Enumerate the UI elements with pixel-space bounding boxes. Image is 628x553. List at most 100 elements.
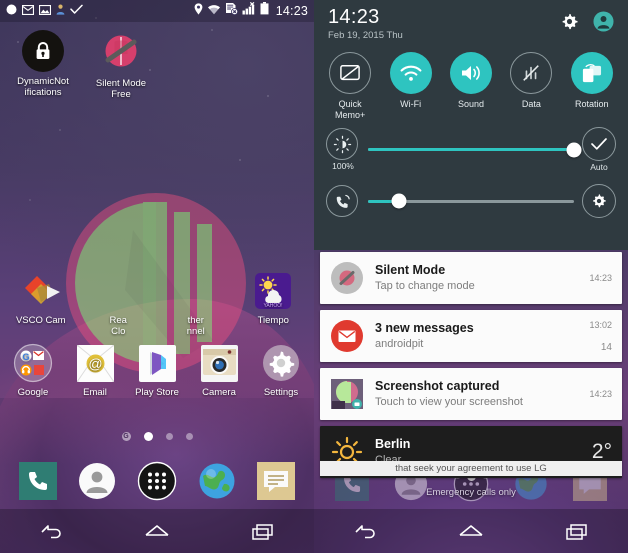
brightness-control[interactable]: 100% (326, 128, 360, 171)
shortcut-weather-channel[interactable]: ther nnel (157, 270, 235, 337)
quick-setting-rotation[interactable]: Rotation (565, 52, 619, 120)
battery-icon (260, 2, 269, 20)
quick-setting-sound[interactable]: Sound (444, 52, 498, 120)
page-dot-1[interactable] (143, 432, 153, 441)
weather-channel-icon (175, 270, 217, 312)
mail-icon (21, 2, 35, 20)
dock (0, 455, 314, 507)
shade-time: 14:23 (328, 6, 380, 28)
wifi-icon (389, 52, 432, 94)
notification-body: Silent Mode Tap to change mode (375, 263, 581, 293)
quick-setting-label-line2: Memo+ (335, 109, 366, 120)
home-button[interactable] (129, 516, 185, 546)
brightness-slider-fill (368, 148, 574, 151)
shortcut-tiempo[interactable]: YAHOO! Tiempo (235, 270, 313, 337)
ringer-volume-control[interactable] (326, 185, 360, 217)
widget-label-line2: Free (111, 89, 131, 100)
recents-button[interactable] (548, 516, 604, 546)
app-settings[interactable]: Settings (250, 342, 312, 398)
wifi-icon (207, 2, 221, 20)
page-dot-2[interactable] (165, 433, 173, 440)
app-label: Settings (263, 387, 299, 398)
quick-setting-label: Rotation (574, 99, 609, 109)
shortcut-label-line2: Clo (111, 326, 126, 337)
volume-slider[interactable] (368, 193, 574, 209)
sync-error-icon (225, 2, 238, 20)
home-button[interactable] (443, 516, 499, 546)
status-bar[interactable]: 14:23 (0, 0, 314, 22)
notification-silent-mode[interactable]: Silent Mode Tap to change mode 14:23 (320, 252, 622, 304)
shortcut-vsco-cam[interactable]: VSCO Cam (2, 270, 80, 337)
checkmark-icon (70, 2, 83, 20)
notification-new-messages[interactable]: 3 new messages androidpit 13:02 14 (320, 310, 622, 362)
quick-settings-row: Quick Memo+ Wi-Fi Sound Data Rotation (314, 48, 628, 120)
sound-settings-button[interactable] (582, 184, 616, 218)
gear-icon (582, 184, 616, 218)
shortcut-readly[interactable]: Rea Clo (80, 270, 158, 337)
notification-count: 14 (600, 341, 612, 353)
shortcut-label-line1: Rea (109, 315, 127, 326)
app-google[interactable]: G Google (2, 342, 64, 398)
notification-time: 14:23 (589, 389, 612, 399)
readly-icon (97, 270, 139, 312)
page-indicator[interactable]: G (0, 432, 314, 441)
yahoo-weather-icon: YAHOO! (252, 270, 294, 312)
home-screen[interactable]: DynamicNot ifications Silent Mode Free V… (0, 22, 314, 553)
ringer-volume-icon (326, 185, 358, 217)
screenshot-thumb-icon (330, 377, 364, 411)
circle-icon (6, 2, 17, 20)
dock-item-messaging[interactable] (256, 461, 296, 501)
app-label: Google (17, 387, 49, 398)
status-bar-clock: 14:23 (275, 4, 308, 18)
quick-setting-label: Wi-Fi (400, 99, 422, 109)
auto-brightness-toggle[interactable]: Auto (582, 127, 616, 172)
svg-text:G: G (22, 352, 29, 362)
notification-meta: 13:02 14 (589, 320, 612, 353)
silent-mode-icon (330, 261, 364, 295)
quick-setting-wifi[interactable]: Wi-Fi (384, 52, 438, 120)
sound-icon (449, 52, 492, 94)
rotation-icon (570, 52, 613, 94)
eula-banner: that seek your agreement to use LG (320, 461, 622, 476)
data-off-icon (510, 52, 553, 94)
app-play-store[interactable]: Play Store (126, 342, 188, 398)
quick-memo-icon (329, 52, 372, 94)
notification-title: Berlin (375, 437, 411, 451)
app-label: Email (83, 387, 107, 398)
quick-setting-quick-memo[interactable]: Quick Memo+ (323, 52, 377, 120)
brightness-slider[interactable] (368, 142, 582, 157)
back-button[interactable] (24, 516, 80, 546)
settings-gear-icon (260, 342, 302, 384)
widget-silent-mode[interactable]: Silent Mode Free (82, 30, 160, 100)
notification-shade-panel: 14:23 Feb 19, 2015 Thu Quick Memo+ Wi-Fi… (314, 0, 628, 250)
status-bar-right-icons (194, 1, 269, 20)
notification-screenshot[interactable]: Screenshot captured Touch to view your s… (320, 368, 622, 420)
left-phone-screen: 14:23 DynamicNot ifications Silent Mode … (0, 0, 314, 553)
brightness-slider-row: 100% Auto (314, 120, 628, 172)
dock-item-phone[interactable] (18, 461, 58, 501)
notification-title: Screenshot captured (375, 379, 500, 393)
gear-icon[interactable] (560, 12, 579, 36)
recents-button[interactable] (234, 516, 290, 546)
google-now-dot[interactable]: G (121, 432, 131, 441)
quick-setting-data[interactable]: Data (504, 52, 558, 120)
notification-subtitle: androidpit (375, 338, 424, 350)
auto-brightness-label: Auto (590, 162, 608, 172)
app-email[interactable]: @ Email (64, 342, 126, 398)
right-phone-screen: 14:23 Feb 19, 2015 Thu Quick Memo+ Wi-Fi… (314, 0, 628, 553)
notification-body: Screenshot captured Touch to view your s… (375, 379, 581, 409)
dock-item-contacts[interactable] (77, 461, 117, 501)
dock-item-browser[interactable] (197, 461, 237, 501)
back-button[interactable] (338, 516, 394, 546)
silent-mode-icon (99, 30, 143, 74)
svg-text:@: @ (88, 355, 102, 371)
widget-label-line1: DynamicNot (17, 76, 69, 87)
widget-dynamic-notifications[interactable]: DynamicNot ifications (4, 30, 82, 100)
dock-item-app-drawer[interactable] (137, 461, 177, 501)
brightness-slider-knob[interactable] (566, 142, 582, 157)
page-dot-3[interactable] (185, 433, 193, 440)
shade-header-clock-block: 14:23 Feb 19, 2015 Thu (328, 6, 403, 42)
volume-slider-knob[interactable] (391, 193, 407, 209)
app-camera[interactable]: Camera (188, 342, 250, 398)
user-profile-icon[interactable] (593, 11, 614, 37)
